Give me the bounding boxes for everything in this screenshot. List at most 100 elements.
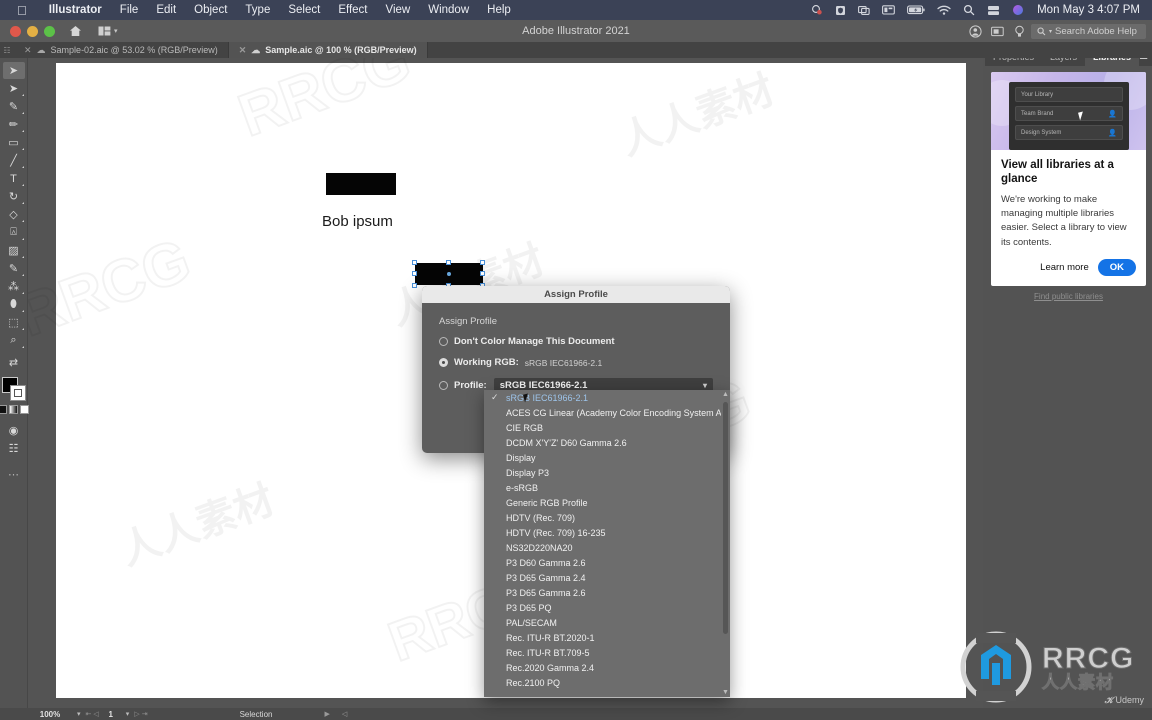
find-public-libraries-link[interactable]: Find public libraries: [985, 292, 1152, 301]
dropdown-item[interactable]: Rec. ITU-R BT.2020-1: [484, 630, 730, 645]
menu-item-effect[interactable]: Effect: [329, 4, 376, 16]
next-artboard-icon[interactable]: ▷: [134, 710, 141, 718]
user-account-icon[interactable]: [965, 23, 985, 39]
radio-button[interactable]: [439, 337, 448, 346]
radio-working-rgb[interactable]: Working RGB: sRGB IEC61966-2.1: [439, 357, 713, 368]
dropdown-scrollbar[interactable]: ▲ ▼: [721, 390, 730, 697]
back-icon[interactable]: ◁: [342, 710, 351, 718]
menu-item-illustrator[interactable]: Illustrator: [40, 4, 111, 16]
dropdown-item[interactable]: Rec.2020 Gamma 2.4: [484, 660, 730, 675]
last-artboard-icon[interactable]: ⇥: [142, 710, 150, 718]
dropdown-item[interactable]: P3 D65 Gamma 2.6: [484, 585, 730, 600]
learn-more-link[interactable]: Learn more: [1040, 262, 1089, 273]
close-icon[interactable]: ✕: [24, 45, 32, 56]
scroll-up-arrow-icon[interactable]: ▲: [722, 391, 729, 398]
dropdown-item[interactable]: HDTV (Rec. 709) 16-235: [484, 525, 730, 540]
black-rectangle-top[interactable]: [326, 173, 396, 195]
minimize-window-button[interactable]: [27, 25, 38, 37]
dropdown-item[interactable]: P3 D65 Gamma 2.4: [484, 570, 730, 585]
change-screen-mode-icon[interactable]: ◉: [3, 422, 25, 439]
dropdown-item[interactable]: Display: [484, 450, 730, 465]
zoom-level[interactable]: 100%: [28, 710, 72, 719]
gradient-tool[interactable]: ▨: [3, 242, 25, 259]
chevron-down-icon[interactable]: ▾: [114, 27, 118, 35]
selection-handle[interactable]: [446, 260, 451, 265]
scale-tool[interactable]: ⍓: [3, 224, 25, 241]
prev-artboard-icon[interactable]: ◁: [93, 710, 100, 718]
dropdown-item[interactable]: ✓ sRGB IEC61966-2.1: [484, 390, 730, 405]
dropdown-item[interactable]: DCDM X'Y'Z' D60 Gamma 2.6: [484, 435, 730, 450]
artboard-tool[interactable]: ⬚: [3, 314, 25, 331]
none-swatch-icon[interactable]: [20, 405, 29, 414]
scrollbar-thumb[interactable]: [723, 402, 728, 634]
menubar-clock[interactable]: Mon May 3 4:07 PM: [1037, 4, 1140, 16]
screen-mirroring-icon[interactable]: [858, 5, 870, 16]
share-icon[interactable]: [987, 23, 1007, 39]
dropdown-item[interactable]: Generic RGB Profile: [484, 495, 730, 510]
zoom-tool[interactable]: ⌕: [3, 332, 25, 349]
rotate-tool[interactable]: ↻: [3, 188, 25, 205]
direct-selection-tool[interactable]: ➤: [3, 80, 25, 97]
radio-dont-color-manage[interactable]: Don't Color Manage This Document: [439, 336, 713, 347]
dropdown-item[interactable]: HDTV (Rec. 709): [484, 510, 730, 525]
selection-handle[interactable]: [480, 271, 485, 276]
eyedropper-tool[interactable]: ✎: [3, 260, 25, 277]
paintbrush-tool[interactable]: ╱: [3, 152, 25, 169]
ok-button[interactable]: OK: [1097, 258, 1136, 276]
menu-item-object[interactable]: Object: [185, 4, 236, 16]
discover-icon[interactable]: [1009, 23, 1029, 39]
dropdown-item[interactable]: PAL/SECAM: [484, 615, 730, 630]
shape-builder-tool[interactable]: ◇: [3, 206, 25, 223]
spotlight-search-icon[interactable]: [963, 4, 975, 16]
color-swatch-icon[interactable]: [0, 405, 7, 414]
dropdown-item[interactable]: ACES CG Linear (Academy Color Encoding S…: [484, 405, 730, 420]
apple-icon[interactable]: : [17, 4, 27, 17]
tabbar-drag-handle[interactable]: ☷: [0, 42, 14, 58]
curvature-tool[interactable]: ✏: [3, 116, 25, 133]
dropdown-item[interactable]: Rec. ITU-R BT.709-5: [484, 645, 730, 660]
profile-dropdown-list[interactable]: ✓ sRGB IEC61966-2.1 ACES CG Linear (Academ…: [484, 390, 730, 697]
dropdown-item[interactable]: Display P3: [484, 465, 730, 480]
more-tools-icon[interactable]: ⋯: [3, 466, 25, 483]
pen-tool[interactable]: ✎: [3, 98, 25, 115]
sharing-icon[interactable]: [987, 5, 1000, 16]
menu-item-type[interactable]: Type: [236, 4, 279, 16]
artwork-text[interactable]: Bob ipsum: [322, 213, 393, 230]
menu-item-select[interactable]: Select: [279, 4, 329, 16]
rectangle-tool[interactable]: ▭: [3, 134, 25, 151]
selection-handle[interactable]: [480, 260, 485, 265]
screen-mode-icon[interactable]: ☷: [3, 440, 25, 457]
play-icon[interactable]: ▶: [324, 710, 333, 718]
menu-item-edit[interactable]: Edit: [147, 4, 185, 16]
shield-icon[interactable]: [835, 5, 846, 16]
close-window-button[interactable]: [10, 25, 21, 37]
dropdown-item[interactable]: P3 D65 PQ: [484, 600, 730, 615]
wifi-icon[interactable]: [937, 5, 951, 16]
document-tab-sample[interactable]: ✕ ☁ Sample.aic @ 100 % (RGB/Preview): [228, 42, 428, 58]
chevron-down-icon[interactable]: ▾: [72, 710, 86, 718]
gradient-icon[interactable]: [9, 405, 18, 414]
symbol-sprayer-tool[interactable]: ⬮: [3, 296, 25, 313]
dropdown-item[interactable]: e-sRGB: [484, 480, 730, 495]
arrange-documents-icon[interactable]: ▾: [98, 26, 118, 36]
menu-item-window[interactable]: Window: [419, 4, 478, 16]
radio-profile[interactable]: Profile:: [439, 380, 487, 391]
battery-icon[interactable]: [907, 5, 925, 15]
help-search-input[interactable]: ▾ Search Adobe Help: [1031, 23, 1146, 39]
dropdown-item[interactable]: P3 D60 Gamma 2.6: [484, 555, 730, 570]
chevron-down-icon[interactable]: ▾: [121, 710, 135, 718]
selection-handle[interactable]: [412, 271, 417, 276]
menu-item-file[interactable]: File: [111, 4, 148, 16]
menu-item-view[interactable]: View: [377, 4, 420, 16]
display-icon[interactable]: [882, 5, 895, 15]
dropdown-item[interactable]: NS32D220NA20: [484, 540, 730, 555]
radio-button[interactable]: [439, 358, 448, 367]
current-tool-name[interactable]: Selection: [240, 710, 273, 719]
close-icon[interactable]: ✕: [239, 45, 247, 56]
first-artboard-icon[interactable]: ⇤: [86, 710, 94, 718]
scroll-down-arrow-icon[interactable]: ▼: [722, 689, 729, 696]
chevron-down-icon[interactable]: ▾: [1049, 28, 1052, 35]
chevron-down-icon[interactable]: ▾: [703, 381, 707, 390]
radio-button[interactable]: [439, 381, 448, 390]
control-center-icon[interactable]: [811, 4, 823, 16]
